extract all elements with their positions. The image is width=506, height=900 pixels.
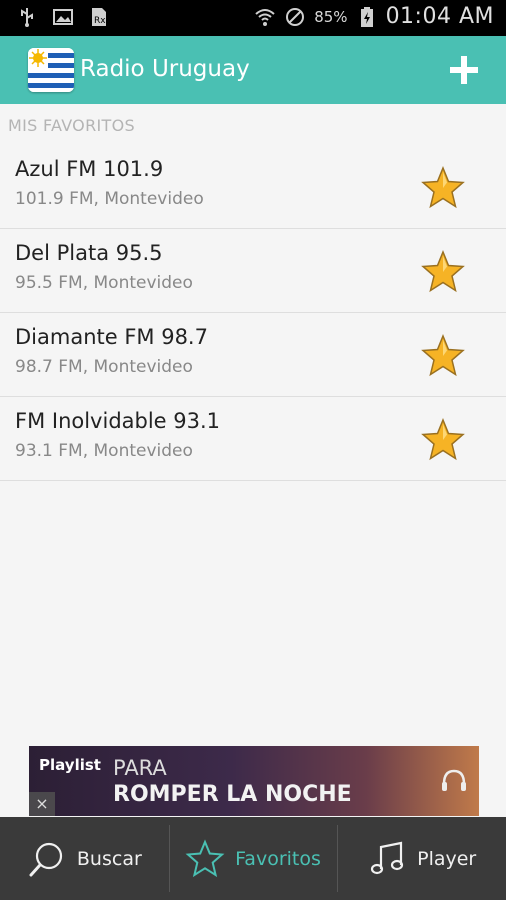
app-bar: Radio Uruguay — [0, 36, 506, 104]
ad-headline-1: PARA — [113, 756, 167, 780]
image-icon — [53, 9, 73, 25]
list-item[interactable]: Del Plata 95.5 95.5 FM, Montevideo — [0, 229, 506, 313]
list-item[interactable]: Diamante FM 98.7 98.7 FM, Montevideo — [0, 313, 506, 397]
do-not-disturb-icon — [286, 7, 305, 26]
music-note-icon — [371, 841, 404, 874]
station-name: Del Plata 95.5 — [15, 241, 163, 265]
uruguay-flag-icon — [28, 48, 74, 92]
ad-close-button[interactable]: × — [29, 792, 55, 816]
star-icon[interactable] — [420, 165, 466, 211]
star-outline-icon — [185, 838, 225, 877]
list-item[interactable]: FM Inolvidable 93.1 93.1 FM, Montevideo — [0, 397, 506, 481]
rx-icon: Rx — [92, 8, 106, 26]
tab-label: Player — [417, 847, 477, 870]
headphones-icon — [442, 769, 466, 791]
status-bar: Rx 85% 01:04 AM — [0, 0, 506, 36]
station-name: Diamante FM 98.7 — [15, 325, 208, 349]
battery-percent: 85% — [314, 7, 348, 26]
station-name: FM Inolvidable 93.1 — [15, 409, 221, 433]
tab-buscar[interactable]: Buscar — [0, 817, 169, 900]
station-detail: 95.5 FM, Montevideo — [15, 273, 193, 293]
tab-label: Buscar — [76, 847, 142, 870]
plus-icon[interactable] — [444, 50, 484, 90]
station-detail: 93.1 FM, Montevideo — [15, 441, 193, 461]
tab-favoritos[interactable]: Favoritos — [168, 817, 338, 900]
station-detail: 101.9 FM, Montevideo — [15, 189, 204, 209]
wifi-icon — [255, 8, 275, 26]
ad-banner[interactable]: Playlist PARA ROMPER LA NOCHE × — [29, 746, 479, 816]
list-item[interactable]: Azul FM 101.9 101.9 FM, Montevideo — [0, 145, 506, 229]
tab-player[interactable]: Player — [337, 817, 506, 900]
usb-icon — [21, 8, 33, 27]
tab-label: Favoritos — [235, 847, 321, 870]
ad-brand: Playlist — [39, 756, 101, 774]
search-icon — [29, 842, 62, 876]
section-header: MIS FAVORITOS — [8, 116, 135, 135]
station-name: Azul FM 101.9 — [15, 157, 164, 181]
svg-text:Rx: Rx — [94, 16, 106, 26]
bottom-nav: Buscar Favoritos Player — [0, 817, 506, 900]
star-icon[interactable] — [420, 249, 466, 295]
app-title: Radio Uruguay — [80, 56, 250, 82]
station-detail: 98.7 FM, Montevideo — [15, 357, 193, 377]
star-icon[interactable] — [420, 417, 466, 463]
clock: 01:04 AM — [385, 4, 494, 29]
favorites-list: Azul FM 101.9 101.9 FM, Montevideo Del P… — [0, 145, 506, 481]
star-icon[interactable] — [420, 333, 466, 379]
ad-headline-2: ROMPER LA NOCHE — [113, 782, 352, 807]
battery-icon — [360, 6, 373, 27]
